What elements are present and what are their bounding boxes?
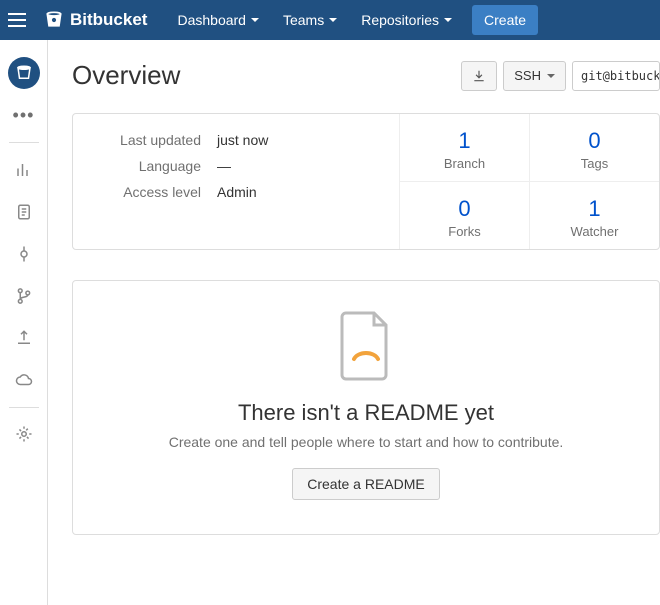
readme-subtitle: Create one and tell people where to star… xyxy=(93,434,639,450)
stat-forks-label: Forks xyxy=(400,224,529,239)
nav-teams[interactable]: Teams xyxy=(271,0,349,40)
caret-down-icon xyxy=(444,18,452,22)
meta-label-updated: Last updated xyxy=(97,132,217,148)
stat-tags-count: 0 xyxy=(530,128,659,154)
readme-title: There isn't a README yet xyxy=(93,400,639,426)
empty-file-icon xyxy=(338,311,394,381)
protocol-dropdown[interactable]: SSH xyxy=(503,61,566,91)
nav-repositories[interactable]: Repositories xyxy=(349,0,464,40)
sidebar-branches[interactable] xyxy=(8,280,40,312)
cloud-icon xyxy=(15,371,33,389)
create-readme-button[interactable]: Create a README xyxy=(292,468,439,500)
nav-dashboard-label: Dashboard xyxy=(177,12,246,28)
stat-forks[interactable]: 0 Forks xyxy=(399,181,529,249)
stat-tags[interactable]: 0 Tags xyxy=(529,114,659,181)
meta-label-language: Language xyxy=(97,158,217,174)
brand-logo[interactable]: Bitbucket xyxy=(44,10,147,30)
file-icon xyxy=(15,203,33,221)
stat-tags-label: Tags xyxy=(530,156,659,171)
sidebar-source[interactable] xyxy=(8,196,40,228)
sidebar-stats[interactable] xyxy=(8,154,40,186)
stat-branch-count: 1 xyxy=(400,128,529,154)
stat-branch[interactable]: 1 Branch xyxy=(399,114,529,181)
stats-grid: 1 Branch 0 Tags 0 Forks 1 Watcher xyxy=(399,114,659,249)
sidebar: ••• xyxy=(0,40,48,605)
meta-label-access: Access level xyxy=(97,184,217,200)
branch-icon xyxy=(15,287,33,305)
stat-branch-label: Branch xyxy=(400,156,529,171)
stat-watcher-count: 1 xyxy=(530,196,659,222)
divider xyxy=(9,142,39,143)
clone-url-text: git@bitbuck xyxy=(581,69,660,83)
bar-chart-icon xyxy=(15,161,33,179)
bucket-icon xyxy=(44,10,64,30)
sidebar-share[interactable] xyxy=(8,322,40,354)
create-button[interactable]: Create xyxy=(472,5,538,35)
stat-watcher[interactable]: 1 Watcher xyxy=(529,181,659,249)
caret-down-icon xyxy=(547,74,555,78)
menu-icon[interactable] xyxy=(8,8,32,32)
sidebar-commits[interactable] xyxy=(8,238,40,270)
meta-value-access: Admin xyxy=(217,184,257,200)
caret-down-icon xyxy=(251,18,259,22)
overview-card: Last updated just now Language — Access … xyxy=(72,113,660,250)
meta-value-language: — xyxy=(217,158,231,174)
download-icon xyxy=(472,69,486,83)
meta-section: Last updated just now Language — Access … xyxy=(73,114,399,249)
stat-watcher-label: Watcher xyxy=(530,224,659,239)
meta-value-updated: just now xyxy=(217,132,268,148)
readme-card: There isn't a README yet Create one and … xyxy=(72,280,660,535)
brand-text: Bitbucket xyxy=(70,10,147,30)
gear-icon xyxy=(15,425,33,443)
page-title: Overview xyxy=(72,60,455,91)
protocol-label: SSH xyxy=(514,68,541,83)
caret-down-icon xyxy=(329,18,337,22)
commit-icon xyxy=(15,245,33,263)
bucket-icon xyxy=(15,64,33,82)
repo-avatar[interactable] xyxy=(8,57,40,89)
clone-url-field[interactable]: git@bitbuck xyxy=(572,61,660,91)
download-button[interactable] xyxy=(461,61,497,91)
sidebar-settings[interactable] xyxy=(8,418,40,450)
main-content: Overview SSH git@bitbuck Last updated ju… xyxy=(48,40,660,605)
top-nav: Bitbucket Dashboard Teams Repositories C… xyxy=(0,0,660,40)
nav-teams-label: Teams xyxy=(283,12,324,28)
more-icon[interactable]: ••• xyxy=(8,99,40,131)
nav-repositories-label: Repositories xyxy=(361,12,439,28)
stat-forks-count: 0 xyxy=(400,196,529,222)
upload-icon xyxy=(15,329,33,347)
nav-dashboard[interactable]: Dashboard xyxy=(165,0,271,40)
sidebar-downloads[interactable] xyxy=(8,364,40,396)
divider xyxy=(9,407,39,408)
